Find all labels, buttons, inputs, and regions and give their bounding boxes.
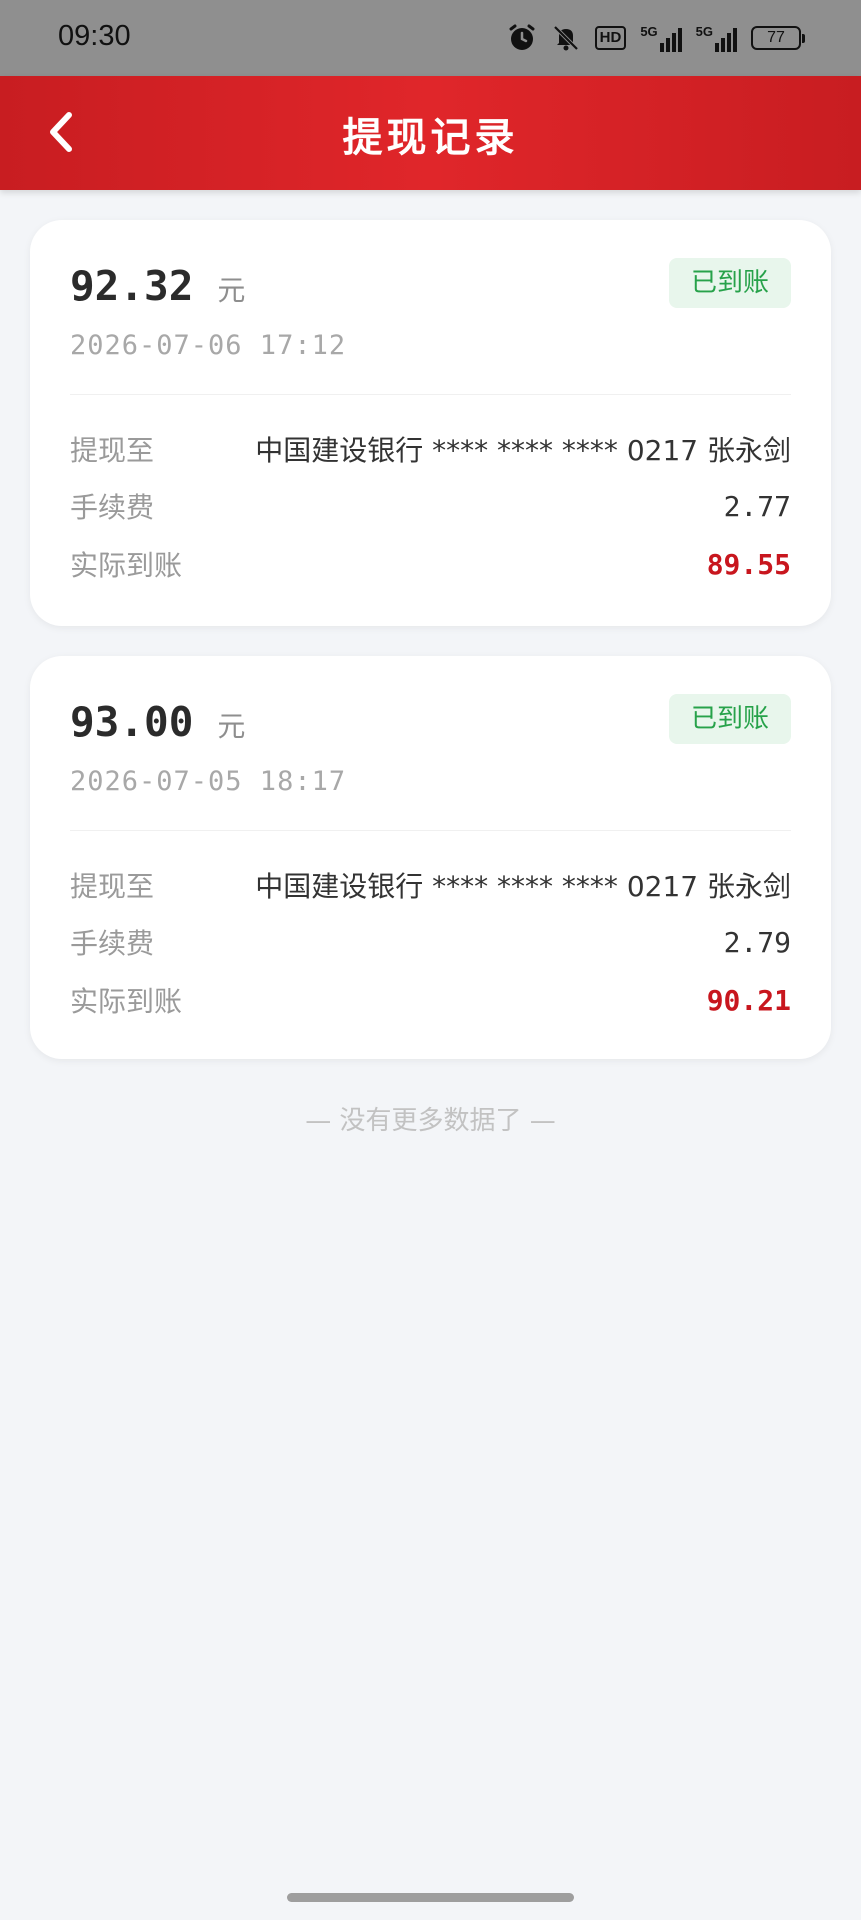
page-title: 提现记录 xyxy=(342,115,519,161)
detail-row-destination: 提现至 中国建设银行 **** **** **** 0217 张永剑 xyxy=(70,429,791,469)
detail-label: 手续费 xyxy=(70,927,155,960)
signal-icon-2: 5G xyxy=(696,24,737,52)
amount-row: 92.32 元 xyxy=(70,262,245,310)
bell-muted-icon xyxy=(553,25,579,51)
home-indicator[interactable] xyxy=(287,1893,574,1902)
status-icons: HD 5G 5G 77 xyxy=(507,20,805,56)
currency-unit: 元 xyxy=(217,710,246,743)
alarm-clock-icon xyxy=(509,24,535,50)
withdrawal-record-card[interactable]: 92.32 元 已到账 2026-07-06 17:12 提现至 中国建设银行 … xyxy=(30,220,831,626)
network-type-label: 5G xyxy=(640,24,658,39)
actual-amount-value: 90.21 xyxy=(706,983,791,1017)
detail-label: 手续费 xyxy=(70,491,155,524)
actual-amount-value: 89.55 xyxy=(706,547,791,581)
detail-row-fee: 手续费 2.79 xyxy=(70,922,791,962)
detail-label: 提现至 xyxy=(70,434,155,467)
status-time: 09:30 xyxy=(58,20,131,52)
no-more-data-hint: — 没有更多数据了 — xyxy=(305,1106,556,1136)
withdrawal-record-card[interactable]: 93.00 元 已到账 2026-07-05 18:17 提现至 中国建设银行 … xyxy=(30,656,831,1059)
detail-label: 提现至 xyxy=(70,870,155,903)
app-header: 提现记录 xyxy=(0,76,861,190)
battery-icon: 77 xyxy=(751,26,805,50)
record-time: 2026-07-06 17:12 xyxy=(70,330,347,361)
currency-unit: 元 xyxy=(217,274,246,307)
hd-label: HD xyxy=(599,29,622,46)
detail-row-fee: 手续费 2.77 xyxy=(70,486,791,526)
hd-icon: HD xyxy=(594,26,627,50)
withdrawal-amount: 92.32 xyxy=(70,262,194,310)
divider xyxy=(70,394,791,395)
detail-row-actual: 实际到账 89.55 xyxy=(70,544,791,584)
network-type-label-2: 5G xyxy=(695,24,713,39)
fee-value: 2.77 xyxy=(723,489,791,523)
bank-account-value: 中国建设银行 **** **** **** 0217 张永剑 xyxy=(255,870,791,903)
status-badge: 已到账 xyxy=(668,258,791,308)
detail-label: 实际到账 xyxy=(70,549,183,582)
withdrawal-amount: 93.00 xyxy=(70,698,194,746)
detail-row-actual: 实际到账 90.21 xyxy=(70,980,791,1020)
record-time: 2026-07-05 18:17 xyxy=(70,766,347,797)
divider xyxy=(70,830,791,831)
detail-row-destination: 提现至 中国建设银行 **** **** **** 0217 张永剑 xyxy=(70,865,791,905)
battery-level: 77 xyxy=(767,29,785,46)
fee-value: 2.79 xyxy=(723,925,791,959)
signal-icon: 5G xyxy=(640,24,682,52)
amount-row: 93.00 元 xyxy=(70,698,245,746)
status-badge: 已到账 xyxy=(668,694,791,744)
detail-label: 实际到账 xyxy=(70,985,183,1018)
bank-account-value: 中国建设银行 **** **** **** 0217 张永剑 xyxy=(255,434,791,467)
status-bar: 09:30 HD 5G 5G 77 xyxy=(0,0,861,76)
